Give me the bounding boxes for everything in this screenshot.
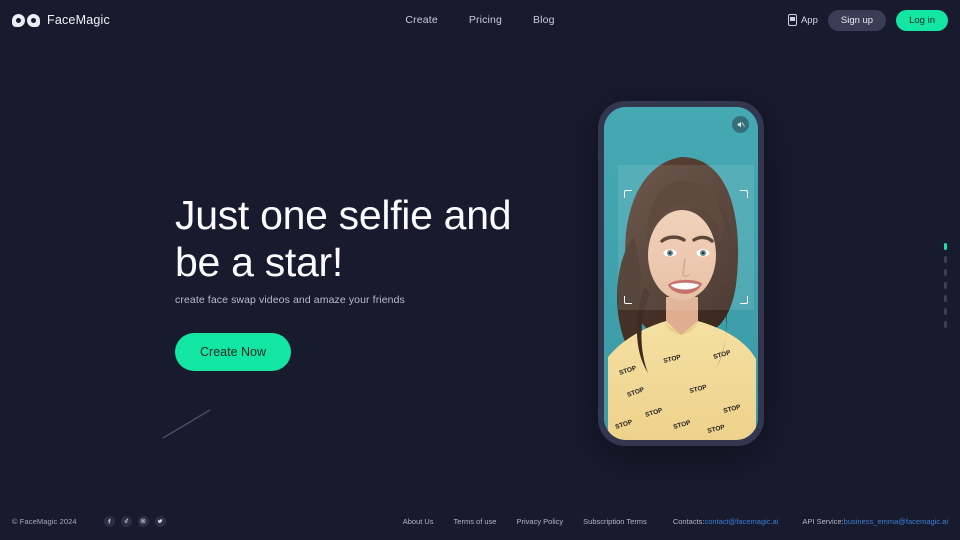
create-now-button[interactable]: Create Now bbox=[175, 333, 291, 371]
app-label: App bbox=[800, 14, 818, 26]
phone-mockup: STOP STOP STOP STOP STOP STOP STOP STOP … bbox=[598, 101, 764, 446]
footer-right: About Us Terms of use Privacy Policy Sub… bbox=[403, 517, 948, 526]
api-service-email-link[interactable]: business_emma@facemagic.ai bbox=[844, 517, 948, 526]
contacts-email-link[interactable]: contact@facemagic.ai bbox=[705, 517, 779, 526]
contacts-item: Contacts:contact@facemagic.ai bbox=[673, 517, 779, 526]
pager-dot-7[interactable] bbox=[944, 321, 947, 328]
page-title: Just one selfie and be a star! bbox=[175, 192, 512, 285]
sign-up-button[interactable]: Sign up bbox=[827, 9, 887, 31]
footer-link-about-us[interactable]: About Us bbox=[403, 517, 434, 526]
nav-item-pricing[interactable]: Pricing bbox=[469, 14, 502, 26]
header-actions: App Sign up Log in bbox=[787, 9, 948, 31]
section-pager bbox=[944, 243, 947, 328]
brand-logo[interactable]: FaceMagic bbox=[12, 13, 110, 27]
site-footer: © FaceMagic 2024 About Us Terms of use P… bbox=[0, 502, 960, 540]
pager-dot-3[interactable] bbox=[944, 269, 947, 276]
contacts-label: Contacts: bbox=[672, 516, 705, 526]
mute-glyph bbox=[737, 121, 745, 128]
app-download-link[interactable]: App bbox=[787, 14, 818, 26]
footer-link-subscription-terms[interactable]: Subscription Terms bbox=[583, 517, 647, 526]
pager-dot-6[interactable] bbox=[944, 308, 947, 315]
facebook-icon[interactable] bbox=[103, 515, 115, 527]
nav-item-blog[interactable]: Blog bbox=[533, 14, 555, 26]
frame-corner-top-right bbox=[740, 190, 748, 198]
phone-screen: STOP STOP STOP STOP STOP STOP STOP STOP … bbox=[604, 107, 758, 440]
brand-name: FaceMagic bbox=[47, 13, 110, 27]
pager-dot-2[interactable] bbox=[944, 256, 947, 263]
log-in-button[interactable]: Log in bbox=[896, 9, 948, 31]
footer-link-terms-of-use[interactable]: Terms of use bbox=[454, 517, 497, 526]
face-detection-frame bbox=[618, 165, 754, 310]
api-service-item: API Service:business_emma@facemagic.ai bbox=[802, 517, 948, 526]
instagram-icon[interactable] bbox=[137, 515, 149, 527]
pager-dot-5[interactable] bbox=[944, 295, 947, 302]
pager-dot-4[interactable] bbox=[944, 282, 947, 289]
site-header: FaceMagic Create Pricing Blog App Sign u… bbox=[0, 0, 960, 40]
nav-item-create[interactable]: Create bbox=[405, 14, 437, 26]
twitter-icon[interactable] bbox=[154, 515, 166, 527]
facemagic-eyes-icon bbox=[12, 13, 40, 27]
mobile-phone-icon bbox=[787, 14, 797, 26]
contact-block: Contacts:contact@facemagic.ai API Servic… bbox=[673, 517, 948, 526]
pager-dot-1[interactable] bbox=[944, 243, 947, 250]
copyright-text: © FaceMagic 2024 bbox=[12, 516, 77, 526]
footer-links: About Us Terms of use Privacy Policy Sub… bbox=[403, 517, 647, 526]
frame-corner-top-left bbox=[624, 190, 632, 198]
page-root: FaceMagic Create Pricing Blog App Sign u… bbox=[0, 0, 960, 540]
decorative-diagonal-line bbox=[162, 409, 211, 439]
hero-content: Just one selfie and be a star! create fa… bbox=[175, 192, 595, 371]
hero-subtitle: create face swap videos and amaze your f… bbox=[175, 294, 405, 306]
frame-corner-bottom-left bbox=[624, 296, 632, 304]
social-links bbox=[103, 515, 166, 527]
frame-corner-bottom-right bbox=[740, 296, 748, 304]
tiktok-icon[interactable] bbox=[120, 515, 132, 527]
footer-link-privacy-policy[interactable]: Privacy Policy bbox=[516, 517, 563, 526]
api-service-label: API Service: bbox=[802, 516, 844, 526]
mute-speaker-icon[interactable] bbox=[732, 116, 749, 133]
